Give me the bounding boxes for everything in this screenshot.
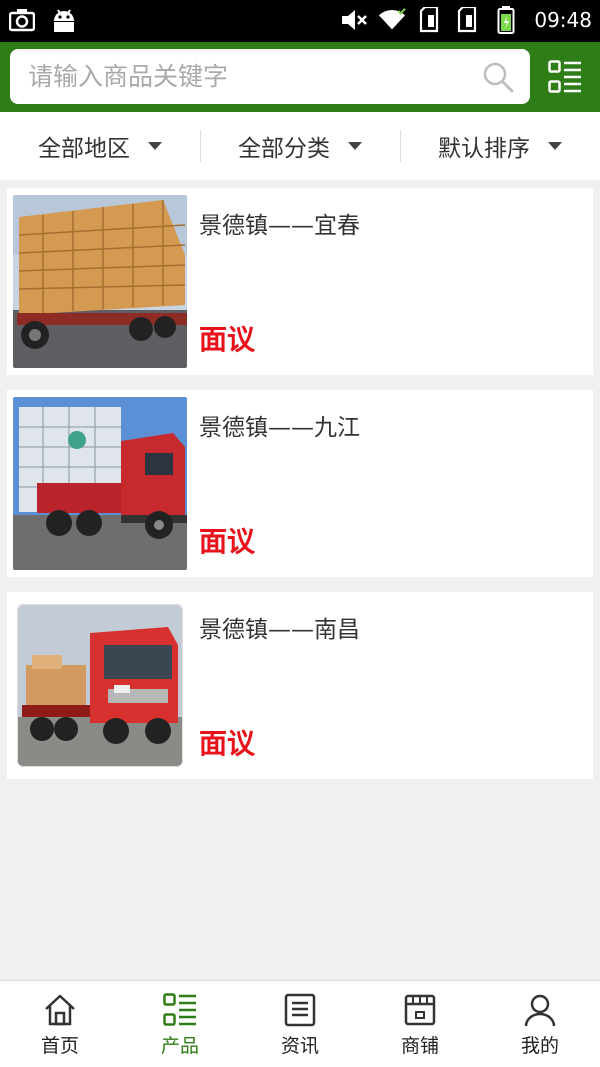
status-time: 09:48 bbox=[534, 8, 592, 32]
filter-category[interactable]: 全部分类 bbox=[200, 112, 400, 180]
nav-news[interactable]: 资讯 bbox=[240, 981, 360, 1067]
product-card[interactable]: 景德镇——南昌 面议 bbox=[7, 592, 593, 779]
filter-label: 全部地区 bbox=[38, 136, 130, 162]
nav-home[interactable]: 首页 bbox=[0, 981, 120, 1067]
product-list: 景德镇——宜春 面议 景德镇——九江 面议 景德镇——南昌 面议 bbox=[7, 188, 593, 794]
status-bar: 09:48 bbox=[0, 0, 600, 42]
product-image-truck-boxes[interactable] bbox=[13, 195, 187, 368]
product-title[interactable]: 景德镇——南昌 bbox=[199, 610, 360, 644]
product-price: 面议 bbox=[199, 727, 256, 760]
product-card[interactable]: 景德镇——宜春 面议 bbox=[7, 188, 593, 375]
nav-products[interactable]: 产品 bbox=[120, 981, 240, 1067]
caret-down-icon bbox=[548, 142, 562, 150]
filter-label: 默认排序 bbox=[438, 136, 530, 162]
nav-label: 商铺 bbox=[400, 1035, 439, 1057]
product-title[interactable]: 景德镇——九江 bbox=[199, 408, 360, 442]
nav-label: 我的 bbox=[520, 1035, 559, 1057]
product-title[interactable]: 景德镇——宜春 bbox=[199, 206, 360, 240]
product-price: 面议 bbox=[199, 525, 256, 558]
product-image-flatbed-truck[interactable] bbox=[17, 604, 183, 767]
list-menu-icon[interactable] bbox=[548, 60, 582, 94]
bottom-nav: 首页 产品 资讯 商铺 我的 bbox=[0, 980, 600, 1067]
filter-region[interactable]: 全部地区 bbox=[0, 112, 200, 180]
nav-label: 资讯 bbox=[280, 1035, 319, 1057]
sim1-icon bbox=[416, 6, 444, 34]
screenshot-icon bbox=[8, 6, 36, 34]
top-header bbox=[0, 42, 600, 112]
filter-sort[interactable]: 默认排序 bbox=[400, 112, 600, 180]
wifi-icon bbox=[378, 6, 407, 34]
home-icon bbox=[45, 994, 75, 1026]
product-price: 面议 bbox=[199, 323, 256, 356]
nav-label: 首页 bbox=[40, 1035, 79, 1057]
search-box[interactable] bbox=[10, 49, 530, 104]
battery-icon bbox=[492, 6, 520, 34]
shop-icon bbox=[404, 994, 436, 1026]
search-input[interactable] bbox=[28, 49, 468, 104]
product-grid-icon bbox=[163, 993, 196, 1026]
caret-down-icon bbox=[148, 142, 162, 150]
filter-bar: 全部地区 全部分类 默认排序 bbox=[0, 112, 600, 180]
filter-label: 全部分类 bbox=[238, 136, 330, 162]
sim2-icon bbox=[454, 6, 482, 34]
product-card[interactable]: 景德镇——九江 面议 bbox=[7, 390, 593, 577]
caret-down-icon bbox=[348, 142, 362, 150]
mute-icon bbox=[340, 6, 368, 34]
news-icon bbox=[284, 993, 316, 1027]
nav-label: 产品 bbox=[160, 1035, 199, 1057]
product-image-red-truck[interactable] bbox=[13, 397, 187, 570]
android-icon bbox=[50, 6, 78, 34]
search-icon[interactable] bbox=[482, 61, 514, 93]
nav-shop[interactable]: 商铺 bbox=[360, 981, 480, 1067]
user-icon bbox=[524, 994, 556, 1027]
nav-mine[interactable]: 我的 bbox=[480, 981, 600, 1067]
